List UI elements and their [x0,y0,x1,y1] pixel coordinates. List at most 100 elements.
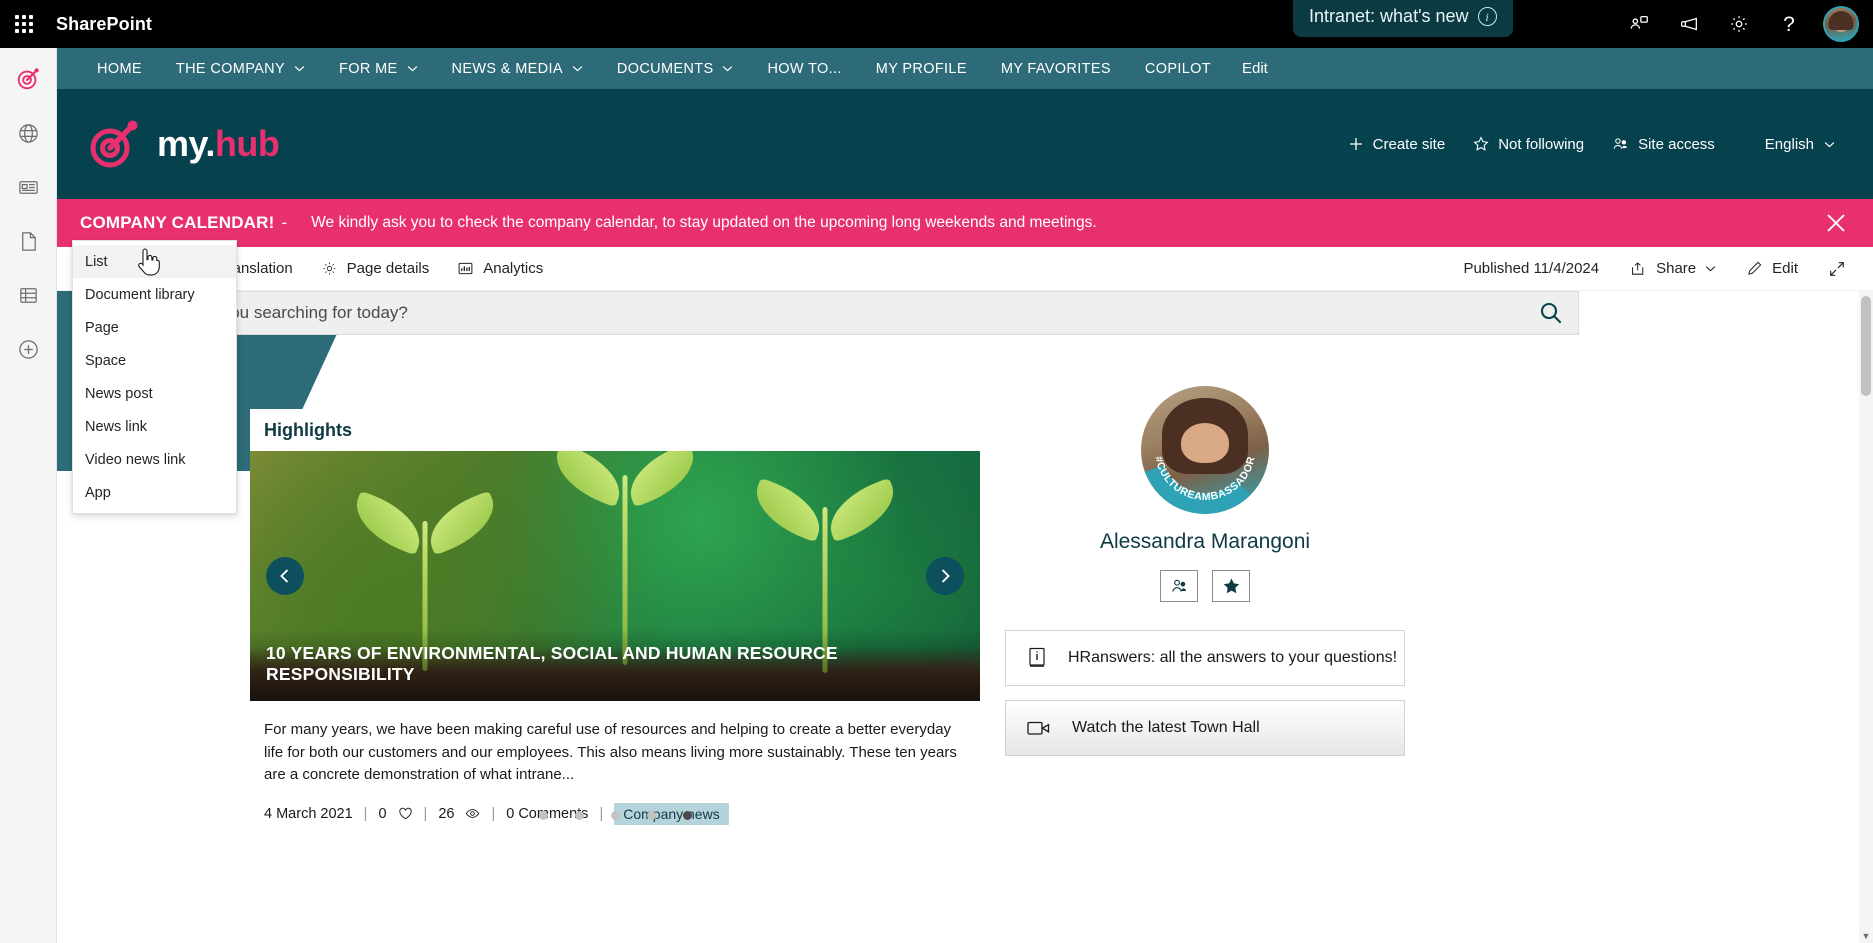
menu-item-space-label: Space [85,352,127,369]
carousel-dot[interactable] [610,811,620,820]
page-details-button[interactable]: Page details [310,253,441,284]
highlights-title: Highlights [264,419,352,440]
rail-item-global[interactable] [6,110,50,156]
rail-item-lists[interactable] [6,272,50,318]
search-box[interactable] [129,291,1579,335]
search-icon[interactable] [1524,300,1578,326]
carousel-dot[interactable] [646,811,656,820]
profile-card: #CULTUREAMBASSADOR Alessandra Marangoni [1005,386,1405,602]
nav-item-my-profile[interactable]: MY PROFILE [859,48,984,89]
menu-item-news-post[interactable]: News post [73,377,236,410]
menu-item-space[interactable]: Space [73,344,236,377]
menu-item-news-link-label: News link [85,418,148,435]
nav-item-for-me[interactable]: FOR ME [322,48,435,89]
menu-item-list[interactable]: List [73,245,236,278]
nav-edit-button[interactable]: Edit [1228,60,1282,77]
edit-page-button[interactable]: Edit [1735,253,1809,284]
scroll-thumb[interactable] [1861,296,1871,396]
follow-label: Not following [1498,135,1585,153]
share-button[interactable]: Share [1619,253,1727,284]
analytics-icon [458,262,473,275]
highlights-webpart: Highlights 10 YEARS OF ENVIRONMENTAL, SO… [250,409,980,825]
close-icon[interactable] [1822,209,1850,237]
page-details-label: Page details [346,260,430,277]
chevron-right-icon [941,569,950,583]
expand-icon[interactable] [1817,253,1857,285]
rail-item-myhub[interactable] [6,56,50,102]
nav-item-home[interactable]: HOME [80,48,159,89]
people-icon [1171,579,1186,591]
rail-item-create[interactable] [6,326,50,372]
page-scrollbar[interactable]: ▲ ▼ [1859,291,1873,943]
town-hall-card[interactable]: Watch the latest Town Hall [1005,700,1405,756]
search-input[interactable] [130,303,1524,323]
hranswers-label: HRanswers: all the answers to your quest… [1068,649,1398,666]
banner-title: COMPANY CALENDAR! [80,213,275,232]
intranet-whats-new-pill[interactable]: Intranet: what's new i [1293,0,1513,37]
rail-item-page[interactable] [6,218,50,264]
menu-item-news-post-label: News post [85,385,153,402]
info-book-icon [1029,647,1045,667]
menu-item-document-library[interactable]: Document library [73,278,236,311]
meet-now-icon[interactable] [1617,2,1661,46]
menu-item-page[interactable]: Page [73,311,236,344]
follow-button[interactable]: Not following [1461,127,1596,162]
scroll-down-button[interactable]: ▼ [1859,929,1873,943]
nav-item-news-media-label: NEWS & MEDIA [451,60,563,77]
page-canvas: Highlights [57,291,1873,943]
suite-icon-group: ? [1617,0,1863,48]
menu-item-video-news-link-label: Video news link [85,451,186,468]
chevron-down-icon [1705,266,1716,272]
nav-item-the-company[interactable]: THE COMPANY [159,48,322,89]
site-logo[interactable]: my.hub [87,118,280,170]
menu-item-news-link[interactable]: News link [73,410,236,443]
nav-item-documents[interactable]: DOCUMENTS [600,48,751,89]
sharepoint-brand[interactable]: SharePoint [56,14,152,35]
nav-item-how-to-label: HOW TO... [767,60,842,77]
intranet-pill-label: Intranet: what's new [1309,6,1469,26]
left-rail [0,48,57,943]
profile-avatar[interactable]: #CULTUREAMBASSADOR [1141,386,1269,514]
carousel-dot-active[interactable] [682,811,692,820]
menu-item-app[interactable]: App [73,476,236,509]
menu-item-video-news-link[interactable]: Video news link [73,443,236,476]
nav-item-for-me-label: FOR ME [339,60,398,77]
info-icon: i [1477,7,1497,26]
people-button[interactable] [1160,570,1198,602]
highlights-image: 10 YEARS OF ENVIRONMENTAL, SOCIAL AND HU… [250,451,980,701]
site-access-button[interactable]: Site access [1600,127,1727,162]
highlights-header: Highlights [250,409,980,451]
logo-text-my: my. [157,123,215,164]
megaphone-icon[interactable] [1667,2,1711,46]
carousel-dot[interactable] [538,811,548,820]
target-logo-icon [90,120,138,168]
carousel-next-button[interactable] [926,557,964,595]
analytics-label: Analytics [483,260,544,277]
nav-item-how-to[interactable]: HOW TO... [750,48,858,89]
analytics-button[interactable]: Analytics [446,253,554,284]
nav-item-my-favorites[interactable]: MY FAVORITES [984,48,1128,89]
nav-item-copilot[interactable]: COPILOT [1128,48,1228,89]
culture-ambassador-ring [1141,386,1269,514]
carousel-prev-button[interactable] [266,557,304,595]
nav-item-news-media[interactable]: NEWS & MEDIA [435,48,600,89]
language-selector[interactable]: English [1731,127,1845,162]
app-launcher-icon[interactable] [0,0,48,48]
publish-status: Published 11/4/2024 [1463,260,1600,277]
help-icon[interactable]: ? [1767,2,1811,46]
command-bar-right: Published 11/4/2024 Share Edit [1451,253,1857,285]
hranswers-card[interactable]: HRanswers: all the answers to your quest… [1005,630,1405,686]
highlights-article-title[interactable]: 10 YEARS OF ENVIRONMENTAL, SOCIAL AND HU… [250,629,980,701]
gear-icon[interactable] [1717,2,1761,46]
avatar[interactable] [1823,6,1859,42]
announcement-banner: COMPANY CALENDAR! - We kindly ask you to… [57,199,1873,247]
carousel-dot[interactable] [574,811,584,820]
profile-name: Alessandra Marangoni [1099,530,1311,553]
favorite-button[interactable] [1212,570,1250,602]
menu-item-page-label: Page [85,319,119,336]
create-site-button[interactable]: Create site [1336,127,1458,162]
rail-item-news[interactable] [6,164,50,210]
star-icon [1473,136,1489,151]
share-icon [1632,262,1644,275]
chevron-down-icon [723,66,733,72]
